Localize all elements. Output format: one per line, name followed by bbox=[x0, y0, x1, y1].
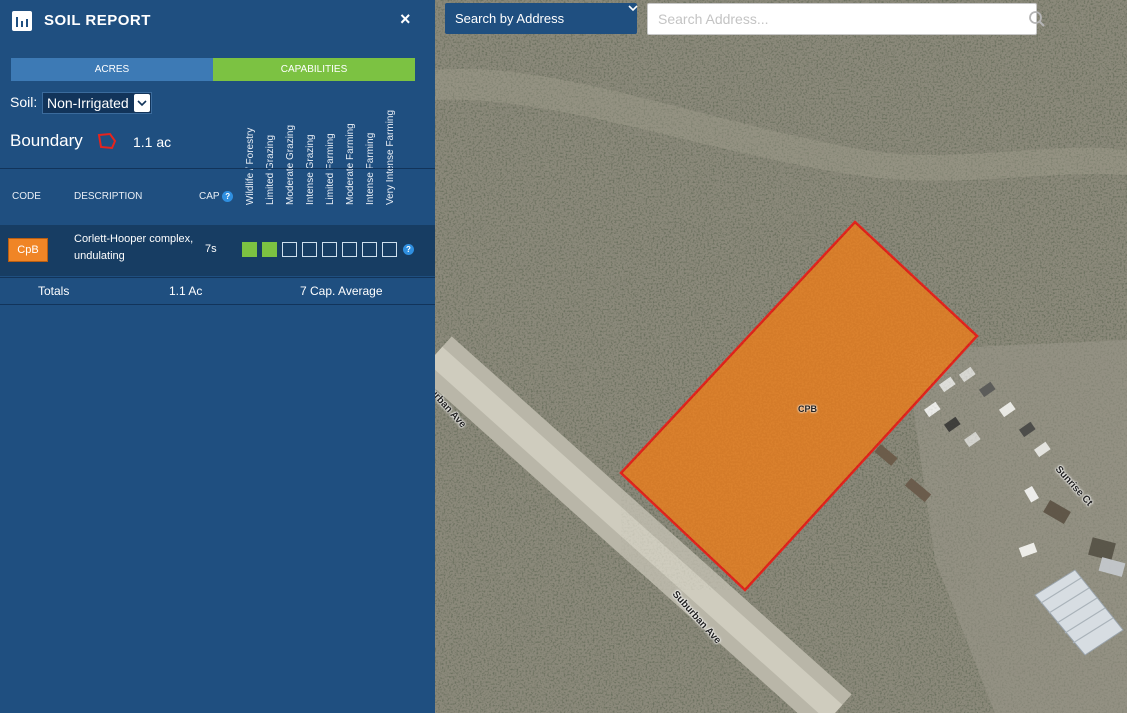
table-row[interactable]: CpB Corlett-Hooper complex, undulating 7… bbox=[0, 225, 435, 276]
boundary-polygon-icon bbox=[96, 131, 118, 156]
map-canvas bbox=[435, 0, 1127, 713]
bar-chart-icon bbox=[12, 11, 32, 31]
cap-header: Very Intense Farming bbox=[385, 109, 396, 205]
column-header-description: DESCRIPTION bbox=[74, 191, 143, 202]
boundary-acres: 1.1 ac bbox=[133, 134, 172, 150]
search-mode-dropdown[interactable]: Search by Address bbox=[445, 3, 638, 34]
cap-header: Intense Grazing bbox=[305, 134, 316, 205]
capability-box bbox=[342, 242, 357, 257]
capability-box bbox=[382, 242, 397, 257]
totals-row: Totals 1.1 Ac 7 Cap. Average bbox=[0, 280, 435, 304]
cap-header: Limited Grazing bbox=[265, 134, 276, 205]
chevron-down-icon bbox=[133, 94, 150, 112]
soil-type-value: Non-Irrigated bbox=[47, 95, 129, 111]
view-tabs: ACRES CAPABILITIES bbox=[11, 58, 415, 81]
cap-header: Wildlife / Forestry bbox=[245, 127, 256, 205]
panel-title: SOIL REPORT bbox=[44, 12, 151, 29]
close-button[interactable]: × bbox=[400, 9, 411, 30]
parcel-soil-label: CPB bbox=[798, 404, 818, 414]
soil-report-panel: SOIL REPORT × ACRES CAPABILITIES Soil: N… bbox=[0, 0, 435, 713]
capability-box bbox=[322, 242, 337, 257]
totals-label: Totals bbox=[38, 284, 70, 298]
soil-label: Soil: bbox=[10, 94, 38, 110]
column-header-cap-label: CAP bbox=[199, 191, 220, 202]
soil-type-select[interactable]: Non-Irrigated bbox=[42, 92, 152, 114]
capability-box bbox=[262, 242, 277, 257]
cap-header: Moderate Farming bbox=[345, 123, 356, 205]
divider bbox=[0, 304, 435, 305]
search-mode-label: Search by Address bbox=[455, 11, 565, 26]
soil-code-badge[interactable]: CpB bbox=[8, 238, 48, 262]
capability-box bbox=[282, 242, 297, 257]
capability-box bbox=[362, 242, 377, 257]
cap-header: Moderate Grazing bbox=[285, 124, 296, 205]
capability-box bbox=[302, 242, 317, 257]
divider bbox=[0, 168, 435, 169]
address-search-box bbox=[647, 3, 1045, 35]
satellite-map[interactable]: Suburban Ave Suburban Ave Sunrise Ct CPB… bbox=[435, 0, 1127, 713]
soil-description: Corlett-Hooper complex, undulating bbox=[74, 233, 194, 262]
help-icon[interactable]: ? bbox=[403, 244, 414, 255]
divider bbox=[0, 277, 435, 278]
address-search-input[interactable] bbox=[648, 4, 1003, 34]
totals-acres: 1.1 Ac bbox=[169, 284, 203, 298]
help-icon[interactable]: ? bbox=[222, 191, 234, 202]
soil-capability-class: 7s bbox=[205, 243, 217, 255]
boundary-label: Boundary bbox=[10, 131, 83, 150]
tab-acres[interactable]: ACRES bbox=[11, 58, 213, 81]
column-header-cap: CAP ? bbox=[199, 191, 234, 202]
panel-header: SOIL REPORT × bbox=[0, 0, 435, 42]
column-header-code: CODE bbox=[12, 191, 41, 202]
cap-header: Limited Farming bbox=[325, 133, 336, 205]
capability-box bbox=[242, 242, 257, 257]
tab-capabilities[interactable]: CAPABILITIES bbox=[213, 58, 415, 81]
totals-average: 7 Cap. Average bbox=[300, 284, 383, 298]
